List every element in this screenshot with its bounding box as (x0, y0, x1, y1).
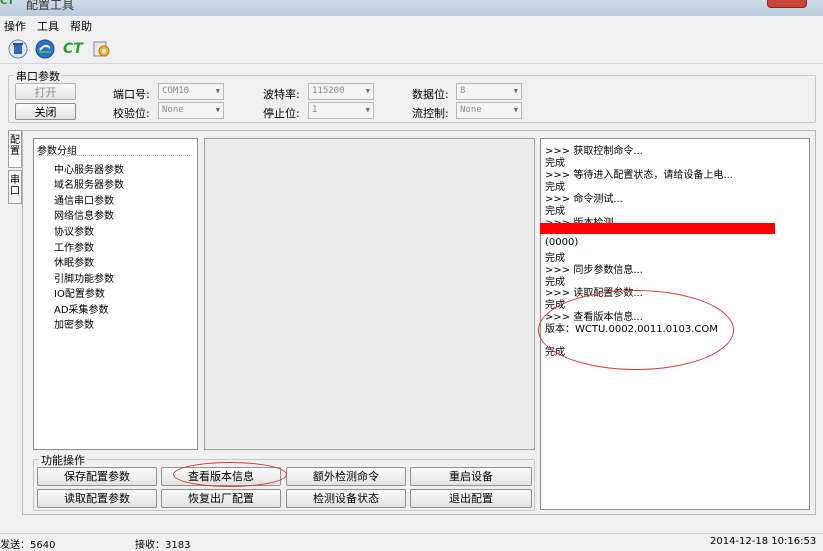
baud-label: 波特率: (263, 88, 300, 101)
status-bar: 发送：5640 接收：3183 2014-12-18 10:16:53 (0, 533, 823, 551)
parity-value: None (162, 105, 184, 115)
stopbits-label: 停止位: (263, 107, 300, 120)
menu-bar: 操作 工具 帮助 (0, 16, 823, 34)
settings-icon[interactable] (91, 39, 111, 59)
save-config-button[interactable]: 保存配置参数 (37, 467, 157, 486)
chevron-down-icon: ▼ (365, 87, 370, 95)
databits-value: 8 (460, 86, 466, 96)
menu-operate[interactable]: 操作 (4, 18, 26, 34)
menu-tools[interactable]: 工具 (37, 18, 59, 34)
factory-reset-button[interactable]: 恢复出厂配置 (161, 489, 281, 508)
tree-item[interactable]: 工作参数 (54, 239, 94, 254)
refresh-icon[interactable] (35, 39, 55, 59)
status-datetime: 2014-12-18 10:16:53 (710, 536, 817, 547)
tree-item[interactable]: 引脚功能参数 (54, 270, 114, 285)
flow-label: 流控制: (412, 107, 449, 120)
log-line: (0000) (545, 237, 579, 248)
tree-item[interactable]: 休眠参数 (54, 254, 94, 269)
chevron-down-icon: ▼ (513, 106, 518, 114)
open-port-button[interactable]: 打开 (15, 83, 76, 100)
parity-label: 校验位: (113, 107, 150, 120)
flow-select[interactable]: None ▼ (456, 102, 522, 119)
tree-item[interactable]: 中心服务器参数 (54, 161, 124, 176)
tree-item[interactable]: 加密参数 (54, 316, 94, 331)
port-select[interactable]: COM10 ▼ (158, 83, 224, 100)
tab-config[interactable]: 配置 (8, 130, 22, 168)
app-icon: CT (0, 0, 15, 7)
tree-item[interactable]: 域名服务器参数 (54, 176, 124, 191)
serial-params-title: 串口参数 (14, 68, 62, 84)
stopbits-value: 1 (312, 105, 318, 115)
read-config-button[interactable]: 读取配置参数 (37, 489, 157, 508)
parity-select[interactable]: None ▼ (158, 102, 224, 119)
function-group-title: 功能操作 (39, 452, 87, 468)
check-status-button[interactable]: 检测设备状态 (286, 489, 406, 508)
tree-item[interactable]: 网络信息参数 (54, 207, 114, 222)
title-bar: CT 配置工具 (0, 0, 823, 16)
log-line: >>> 等待进入配置状态，请给设备上电... (545, 170, 733, 181)
exit-config-button[interactable]: 退出配置 (410, 489, 532, 508)
extra-check-button[interactable]: 额外检测命令 (286, 467, 406, 486)
param-detail-panel (204, 138, 535, 450)
flow-value: None (460, 105, 482, 115)
chevron-down-icon: ▼ (513, 87, 518, 95)
sent-count: 发送：5640 (0, 540, 56, 551)
ct-icon[interactable]: CT (63, 39, 85, 59)
chevron-down-icon: ▼ (365, 106, 370, 114)
trash-icon[interactable] (8, 39, 28, 59)
port-label: 端口号: (113, 88, 150, 101)
received-count: 接收：3183 (135, 540, 191, 551)
tree-item[interactable]: 通信串口参数 (54, 192, 114, 207)
close-port-button[interactable]: 关闭 (15, 103, 76, 120)
annotation-oval (173, 462, 287, 487)
databits-label: 数据位: (412, 88, 449, 101)
toolbar: CT (0, 34, 823, 64)
chevron-down-icon: ▼ (215, 87, 220, 95)
window-title: 配置工具 (26, 0, 75, 12)
chevron-down-icon: ▼ (215, 106, 220, 114)
tab-serial[interactable]: 串口 (8, 170, 22, 204)
databits-select[interactable]: 8 ▼ (456, 83, 522, 100)
param-tree[interactable]: 参数分组 中心服务器参数 域名服务器参数 通信串口参数 网络信息参数 协议参数 … (33, 138, 198, 450)
annotation-oval (538, 290, 734, 370)
tree-item[interactable]: 协议参数 (54, 223, 94, 238)
close-window-button[interactable] (767, 0, 807, 8)
reboot-device-button[interactable]: 重启设备 (410, 467, 532, 486)
tree-root-underline (37, 155, 192, 156)
baud-value: 115200 (312, 86, 345, 96)
tree-item[interactable]: IO配置参数 (54, 285, 105, 300)
stopbits-select[interactable]: 1 ▼ (308, 102, 374, 119)
tree-item[interactable]: AD采集参数 (54, 301, 109, 316)
baud-select[interactable]: 115200 ▼ (308, 83, 374, 100)
port-value: COM10 (162, 86, 190, 96)
menu-help[interactable]: 帮助 (70, 18, 92, 34)
redaction-bar (540, 223, 775, 234)
